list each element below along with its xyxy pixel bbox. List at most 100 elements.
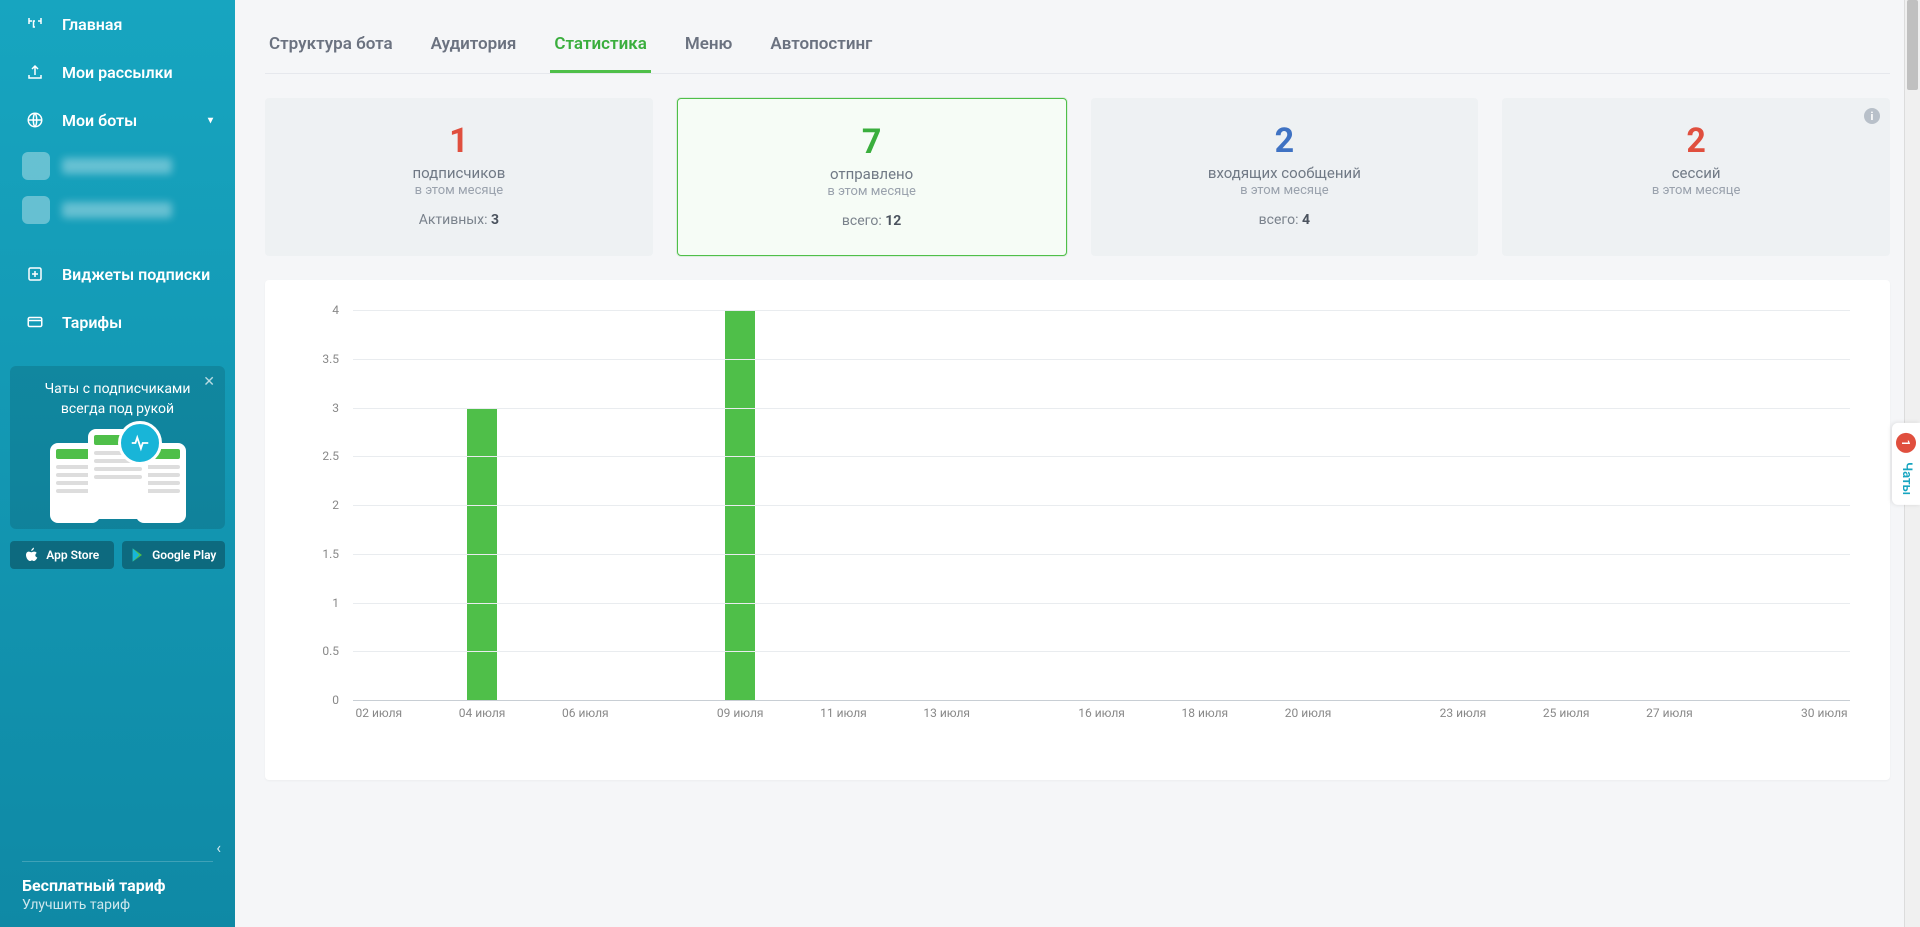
y-tick-label: 2: [332, 498, 339, 512]
plot-area: [353, 310, 1850, 700]
sidebar: Главная Мои рассылки Мои боты ▾ Виджеты …: [0, 0, 235, 927]
y-axis: 00.511.522.533.54: [305, 310, 345, 700]
stat-value: 2: [1101, 124, 1469, 158]
upload-icon: [22, 62, 48, 82]
tab-statistics[interactable]: Статистика: [550, 20, 650, 73]
x-tick-label: 18 июля: [1179, 706, 1231, 730]
nav-mailings[interactable]: Мои рассылки: [0, 48, 235, 96]
x-tick-label: 20 июля: [1282, 706, 1334, 730]
x-tick-label: [1127, 706, 1179, 730]
chats-side-tab[interactable]: 1 Чаты: [1892, 422, 1920, 504]
x-tick-label: [1334, 706, 1386, 730]
stat-label: отправлено: [688, 165, 1056, 183]
x-tick-label: 30 июля: [1799, 706, 1851, 730]
x-tick-label: 02 июля: [353, 706, 405, 730]
y-tick-label: 1: [332, 596, 339, 610]
x-tick-label: [766, 706, 818, 730]
bot-sub-item[interactable]: [0, 144, 235, 188]
stat-period: в этом месяце: [688, 184, 1056, 199]
nav-bots[interactable]: Мои боты ▾: [0, 96, 235, 144]
stat-meta: всего: 4: [1101, 212, 1469, 228]
y-tick-label: 1.5: [322, 547, 339, 561]
card-icon: [22, 312, 48, 332]
stat-period: в этом месяце: [1101, 183, 1469, 198]
googleplay-icon: [130, 547, 146, 563]
googleplay-button[interactable]: Google Play: [122, 541, 226, 569]
x-tick-label: [1231, 706, 1283, 730]
appstore-button[interactable]: App Store: [10, 541, 114, 569]
nav-tariffs[interactable]: Тарифы: [0, 298, 235, 346]
stat-label: входящих сообщений: [1101, 164, 1469, 182]
x-tick-label: [405, 706, 457, 730]
stat-value: 1: [275, 124, 643, 158]
y-tick-label: 2.5: [322, 449, 339, 463]
promo-text: Чаты с подписчикамивсегда под рукой: [20, 380, 215, 419]
stat-card-sent[interactable]: 7 отправлено в этом месяце всего: 12: [677, 98, 1067, 256]
x-tick-label: [973, 706, 1025, 730]
upgrade-tariff-link[interactable]: Улучшить тариф: [22, 897, 213, 913]
tab-menu[interactable]: Меню: [681, 20, 737, 73]
y-tick-label: 0: [332, 693, 339, 707]
bot-sub-item[interactable]: [0, 188, 235, 232]
stat-card-subscribers[interactable]: 1 подписчиков в этом месяце Активных: 3: [265, 98, 653, 256]
main-content: Структура бота Аудитория Статистика Меню…: [235, 0, 1920, 927]
stat-label: подписчиков: [275, 164, 643, 182]
nav-label: Мои боты: [62, 111, 137, 130]
chats-label: Чаты: [1899, 462, 1914, 495]
x-tick-label: [869, 706, 921, 730]
x-tick-label: 04 июля: [456, 706, 508, 730]
nav-label: Мои рассылки: [62, 63, 173, 82]
info-icon[interactable]: i: [1864, 108, 1880, 124]
x-tick-label: [508, 706, 560, 730]
x-tick-label: 13 июля: [921, 706, 973, 730]
tab-structure[interactable]: Структура бота: [265, 20, 397, 73]
y-tick-label: 0.5: [322, 644, 339, 658]
stat-card-sessions[interactable]: i 2 сессий в этом месяце: [1502, 98, 1890, 256]
x-tick-label: [611, 706, 663, 730]
widget-icon: [22, 264, 48, 284]
store-row: App Store Google Play: [10, 541, 225, 569]
x-tick-label: [1489, 706, 1541, 730]
close-icon[interactable]: ✕: [203, 374, 215, 390]
scrollbar-thumb[interactable]: [1907, 0, 1918, 90]
nav-label: Главная: [62, 15, 122, 34]
x-tick-label: 27 июля: [1644, 706, 1696, 730]
stat-period: в этом месяце: [275, 183, 643, 198]
chats-badge: 1: [1896, 432, 1916, 452]
x-tick-label: 25 июля: [1540, 706, 1592, 730]
chart-panel: 00.511.522.533.54 02 июля04 июля06 июля0…: [265, 280, 1890, 780]
stat-label: сессий: [1512, 164, 1880, 182]
x-tick-label: [1592, 706, 1644, 730]
stat-meta: Активных: 3: [275, 212, 643, 228]
x-tick-label: 23 июля: [1437, 706, 1489, 730]
x-tick-label: 09 июля: [714, 706, 766, 730]
bot-avatar: [22, 196, 50, 224]
stat-period: в этом месяце: [1512, 183, 1880, 198]
apple-icon: [24, 547, 40, 563]
x-tick-label: [1024, 706, 1076, 730]
x-tick-label: 06 июля: [560, 706, 612, 730]
bot-name-redacted: [62, 202, 172, 218]
tariff-block: Бесплатный тариф Улучшить тариф: [0, 862, 235, 927]
nav-widgets[interactable]: Виджеты подписки: [0, 250, 235, 298]
bot-name-redacted: [62, 158, 172, 174]
bot-avatar: [22, 152, 50, 180]
stat-card-incoming[interactable]: 2 входящих сообщений в этом месяце всего…: [1091, 98, 1479, 256]
sliders-icon: [22, 14, 48, 34]
x-tick-label: [1386, 706, 1438, 730]
collapse-sidebar-button[interactable]: ‹: [0, 828, 235, 861]
x-tick-label: [1747, 706, 1799, 730]
stat-cards: 1 подписчиков в этом месяце Активных: 3 …: [265, 98, 1890, 256]
tab-audience[interactable]: Аудитория: [427, 20, 521, 73]
x-tick-label: 16 июля: [1076, 706, 1128, 730]
globe-icon: [22, 110, 48, 130]
promo-illustration: [20, 429, 215, 519]
bar-chart: 00.511.522.533.54 02 июля04 июля06 июля0…: [305, 310, 1850, 730]
pulse-icon: [118, 421, 162, 465]
tariff-title: Бесплатный тариф: [22, 876, 213, 895]
y-tick-label: 3: [332, 401, 339, 415]
tab-autoposting[interactable]: Автопостинг: [766, 20, 876, 73]
stat-value: 7: [688, 125, 1056, 159]
nav-home[interactable]: Главная: [0, 0, 235, 48]
y-tick-label: 4: [332, 303, 339, 317]
